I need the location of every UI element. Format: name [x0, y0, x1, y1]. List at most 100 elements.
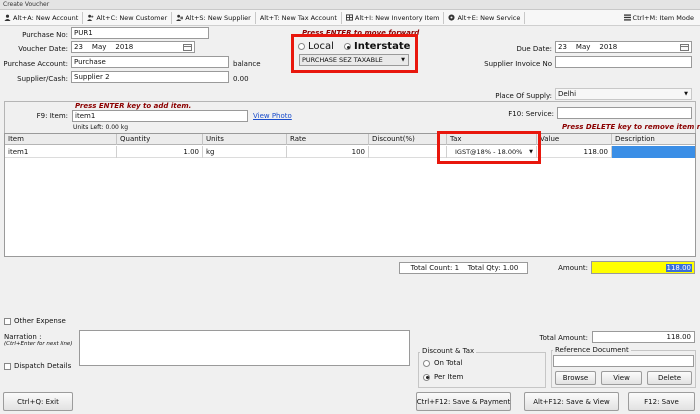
interstate-radio-label: Interstate	[354, 41, 411, 52]
other-expense-checkbox[interactable]: Other Expense	[4, 317, 66, 325]
item-mode-button[interactable]: Ctrl+M: Item Mode	[623, 13, 700, 22]
highlight-box-tax-cell	[437, 131, 541, 164]
col-description[interactable]: Description	[612, 134, 695, 145]
per-item-radio[interactable]: Per Item	[423, 373, 463, 381]
supplier-field[interactable]: Supplier 2	[71, 71, 229, 83]
new-inventory-item-button[interactable]: Alt+I: New Inventory Item	[342, 11, 445, 24]
view-photo-link[interactable]: View Photo	[253, 112, 292, 120]
local-radio-label: Local	[308, 41, 334, 52]
col-units[interactable]: Units	[203, 134, 287, 145]
cell-quantity[interactable]: 1.00	[117, 146, 203, 158]
other-expense-label: Other Expense	[14, 317, 66, 325]
table-row[interactable]: item1 1.00 kg 100 IGST@18% - 18.00% ▼ 11…	[5, 146, 695, 158]
narration-textarea[interactable]	[79, 330, 410, 366]
voucher-date-month: May	[91, 43, 107, 51]
save-button[interactable]: F12: Save	[628, 392, 695, 411]
col-quantity[interactable]: Quantity	[117, 134, 203, 145]
voucher-date-day: 23	[74, 43, 83, 51]
amount-value: 118.00	[665, 263, 692, 272]
on-total-radio-dot	[423, 359, 430, 367]
calendar-icon[interactable]	[680, 43, 689, 51]
calendar-icon[interactable]	[183, 43, 192, 51]
col-item[interactable]: Item	[5, 134, 117, 145]
due-date-picker[interactable]: 23 May 2018	[555, 41, 692, 53]
col-value[interactable]: Value	[537, 134, 612, 145]
dispatch-details-checkbox[interactable]: Dispatch Details	[4, 362, 71, 370]
voucher-date-year: 2018	[115, 43, 134, 51]
toolbar: Alt+A: New Account Alt+C: New Customer A…	[0, 10, 700, 26]
cell-value[interactable]: 118.00	[537, 146, 612, 158]
browse-button[interactable]: Browse	[555, 371, 596, 385]
delete-button[interactable]: Delete	[647, 371, 692, 385]
on-total-label: On Total	[434, 359, 463, 367]
new-account-button[interactable]: Alt+A: New Account	[0, 11, 84, 24]
col-discount[interactable]: Discount(%)	[369, 134, 447, 145]
due-date-day: 23	[558, 43, 567, 51]
total-count: Total Count: 1	[410, 264, 460, 272]
supplier-invoice-field[interactable]	[555, 56, 692, 68]
place-of-supply-label: Place Of Supply:	[495, 92, 552, 100]
exit-button[interactable]: Ctrl+Q: Exit	[3, 392, 73, 411]
save-payment-button[interactable]: Ctrl+F12: Save & Payment	[416, 392, 511, 411]
cell-discount[interactable]	[369, 146, 447, 158]
purchase-no-field[interactable]: PUR1	[71, 27, 209, 39]
service-label: F10: Service:	[508, 110, 554, 118]
per-item-label: Per Item	[434, 373, 464, 381]
chevron-down-icon: ▼	[401, 57, 405, 63]
grid-header: Item Quantity Units Rate Discount(%) Tax…	[5, 134, 695, 145]
col-rate[interactable]: Rate	[287, 134, 369, 145]
place-of-supply-dropdown[interactable]: Delhi ▼	[555, 88, 692, 100]
menu-icon	[623, 14, 631, 21]
reference-document-field[interactable]	[553, 355, 694, 367]
new-inventory-item-label: Alt+I: New Inventory Item	[354, 13, 440, 22]
new-tax-account-label: Alt+T: New Tax Account	[259, 13, 337, 22]
service-icon	[448, 14, 456, 21]
discount-tax-group	[418, 352, 546, 388]
remove-item-note: Press DELETE key to remove item row.	[562, 123, 700, 131]
inventory-icon	[345, 14, 353, 21]
new-supplier-button[interactable]: Alt+S: New Supplier	[172, 11, 256, 24]
interstate-radio-dot	[344, 43, 351, 50]
customer-icon	[87, 14, 94, 21]
voucher-date-picker[interactable]: 23 May 2018	[71, 41, 195, 53]
other-expense-box	[4, 317, 11, 325]
totals-box: Total Count: 1 Total Qty: 1.00	[399, 262, 528, 274]
view-button[interactable]: View	[601, 371, 642, 385]
save-view-button[interactable]: Alt+F12: Save & View	[524, 392, 619, 411]
supplier-label: Supplier/Cash:	[17, 75, 68, 83]
item-input[interactable]: item1	[72, 110, 248, 122]
narration-label: Narration :	[4, 333, 42, 341]
units-left: Units Left: 0.00 kg	[73, 124, 129, 131]
balance-label: balance	[233, 60, 261, 68]
total-amount-field: 118.00	[592, 331, 695, 343]
amount-field[interactable]: 118.00	[591, 261, 695, 274]
new-service-button[interactable]: Alt+E: New Service	[444, 11, 526, 24]
place-of-supply-value: Delhi	[558, 90, 577, 98]
amount-label: Amount:	[558, 264, 588, 272]
user-icon	[4, 14, 11, 21]
cell-units[interactable]: kg	[203, 146, 287, 158]
reference-document-title: Reference Document	[553, 346, 631, 354]
new-supplier-label: Alt+S: New Supplier	[185, 13, 251, 22]
purchase-no-label: Purchase No:	[22, 31, 68, 39]
item-mode-label: Ctrl+M: Item Mode	[632, 13, 694, 22]
on-total-radio[interactable]: On Total	[423, 359, 463, 367]
cell-rate[interactable]: 100	[287, 146, 369, 158]
service-input[interactable]	[557, 107, 692, 119]
dispatch-details-box	[4, 362, 11, 370]
local-radio[interactable]: Local	[298, 41, 334, 52]
cell-description[interactable]	[612, 146, 695, 158]
cell-item[interactable]: item1	[5, 146, 117, 158]
new-tax-account-button[interactable]: Alt+T: New Tax Account	[256, 11, 342, 24]
local-radio-dot	[298, 43, 305, 50]
supplier-icon	[176, 14, 184, 21]
tax-type-dropdown[interactable]: PURCHASE SEZ TAXABLE ▼	[299, 54, 409, 66]
new-customer-button[interactable]: Alt+C: New Customer	[83, 11, 173, 24]
purchase-account-field[interactable]: Purchase	[71, 56, 229, 68]
purchase-account-label: Purchase Account:	[3, 60, 68, 68]
items-grid[interactable]: Item Quantity Units Rate Discount(%) Tax…	[4, 133, 696, 257]
interstate-radio[interactable]: Interstate	[344, 41, 410, 52]
due-date-label: Due Date:	[516, 45, 552, 53]
dispatch-details-label: Dispatch Details	[14, 362, 72, 370]
narration-hint: (Ctrl+Enter for next line)	[4, 341, 73, 347]
